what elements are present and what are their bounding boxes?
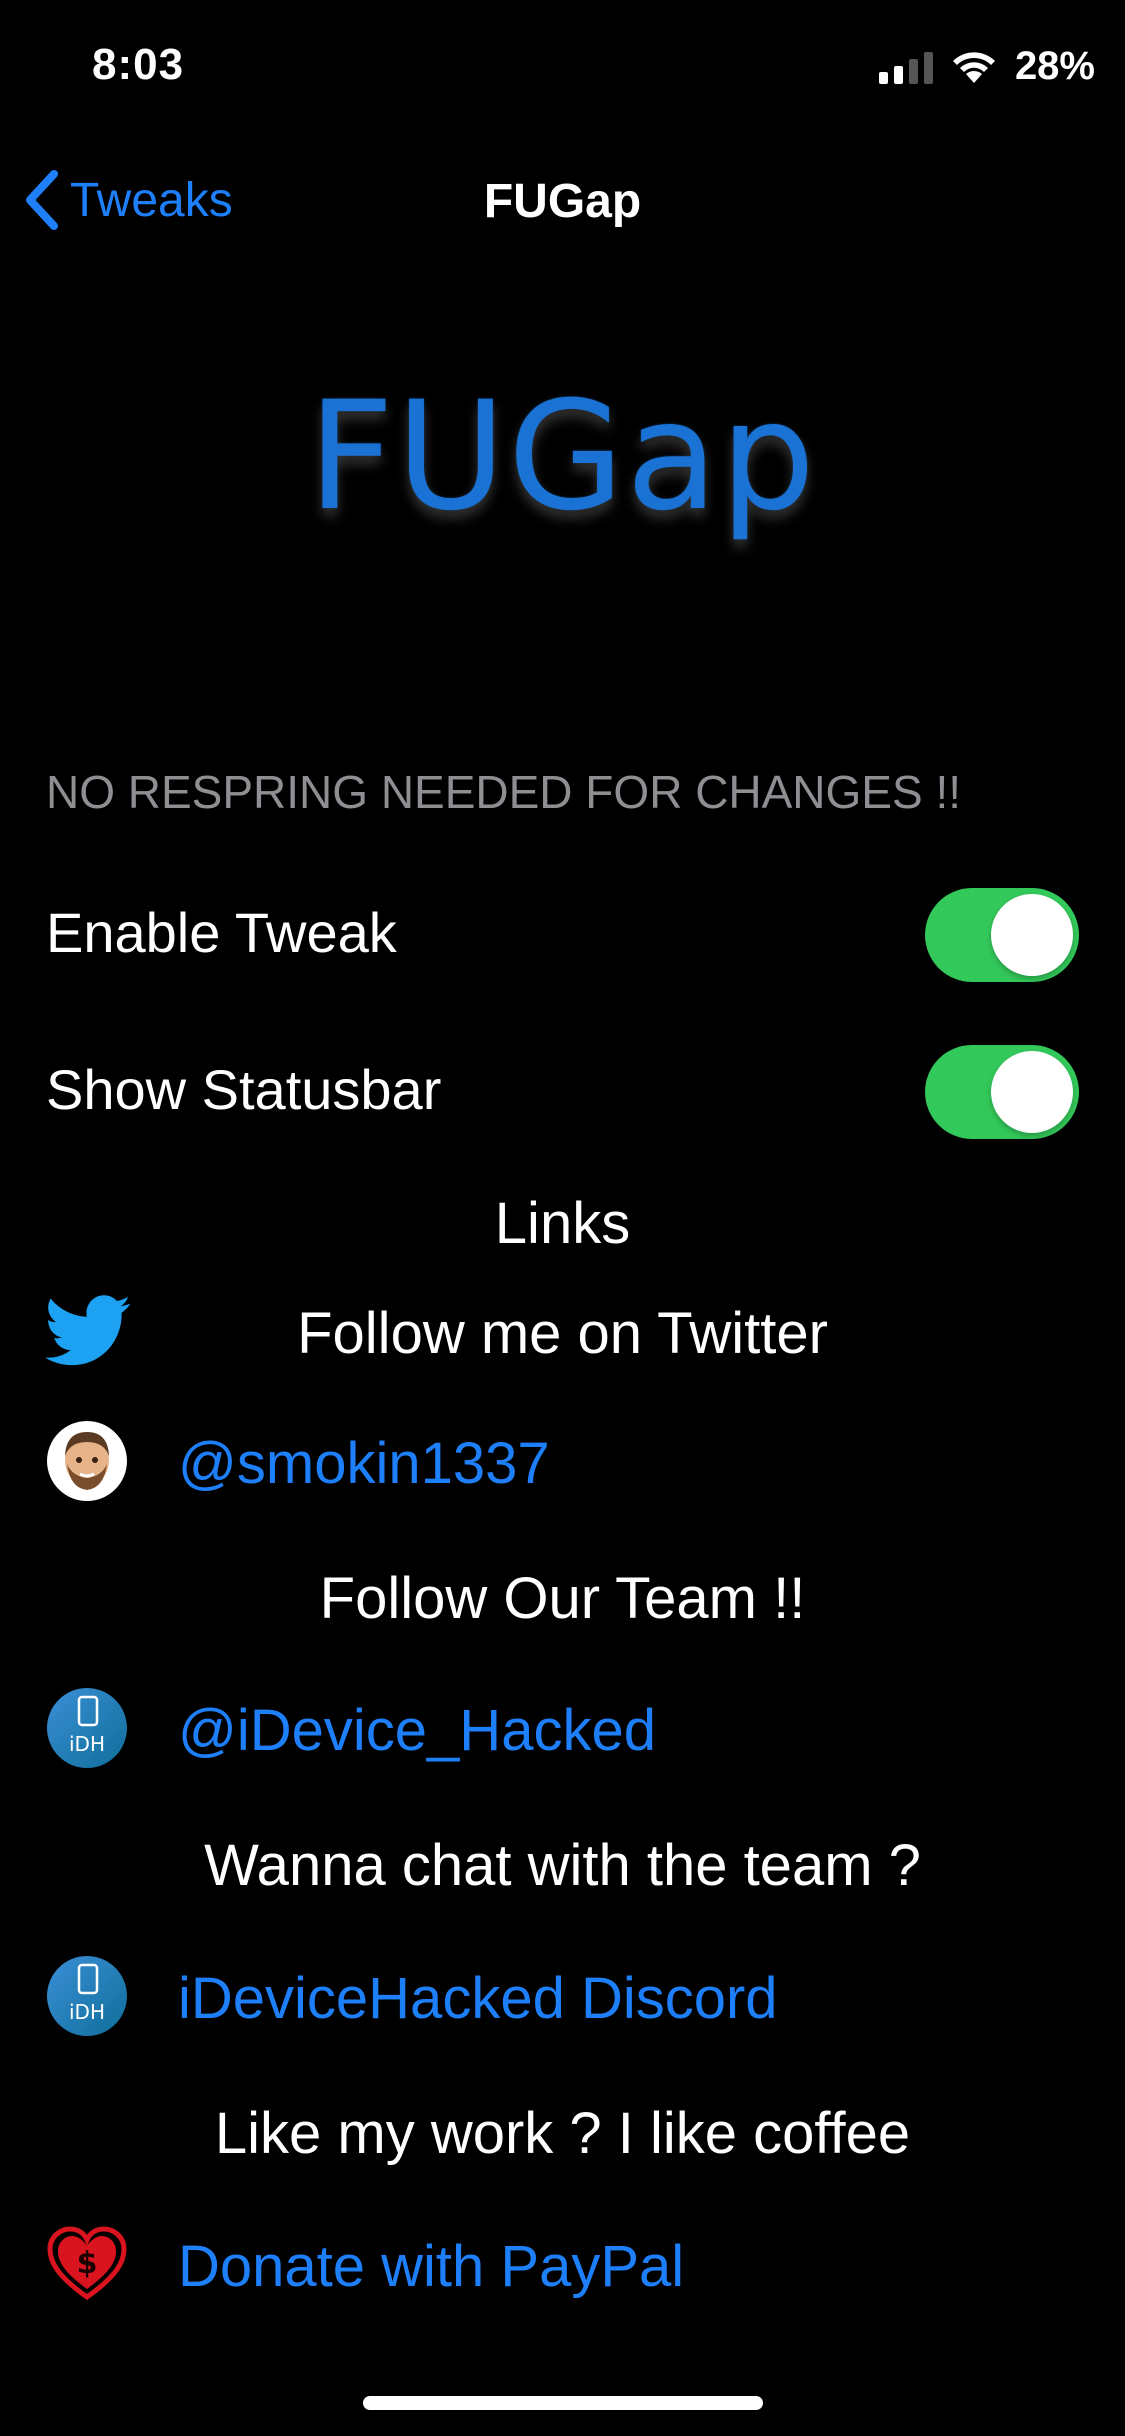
idevice-hacked-icon: iDH <box>47 1688 127 1768</box>
discord-link-row[interactable]: iDH iDeviceHacked Discord <box>0 1940 1125 2050</box>
svg-text:iDH: iDH <box>69 2000 105 2024</box>
cellular-signal-icon <box>878 50 933 84</box>
chat-heading: Wanna chat with the team ? <box>204 1833 921 1898</box>
show-statusbar-label: Show Statusbar <box>46 1058 442 1121</box>
idevice-hacked-link-row[interactable]: iDH @iDevice_Hacked <box>0 1672 1125 1782</box>
heart-dollar-icon: $ <box>47 2226 127 2301</box>
paypal-link-label: Donate with PayPal <box>178 2234 685 2299</box>
nav-bar: Tweaks FUGap <box>0 150 1125 250</box>
svg-text:iDH: iDH <box>69 1732 105 1756</box>
home-indicator[interactable] <box>363 2396 763 2410</box>
smokin-link-label: @smokin1337 <box>178 1431 550 1496</box>
show-statusbar-toggle[interactable] <box>925 1045 1079 1139</box>
toggle-knob <box>991 1051 1073 1133</box>
nav-title: FUGap <box>483 175 642 228</box>
svg-text:$: $ <box>77 2246 98 2281</box>
twitter-link-label: Follow me on Twitter <box>297 1301 828 1366</box>
smokin-link-row[interactable]: @smokin1337 <box>0 1405 1125 1515</box>
header-logo: FUGap <box>307 370 818 544</box>
section-header: NO RESPRING NEEDED FOR CHANGES !! <box>46 766 962 818</box>
battery-percent: 28% <box>1014 44 1095 88</box>
status-indicators: 28% <box>878 44 1095 89</box>
enable-tweak-label: Enable Tweak <box>46 901 397 964</box>
links-heading: Links <box>494 1191 631 1256</box>
avatar-icon <box>47 1421 127 1501</box>
idevice-hacked-icon: iDH <box>47 1956 127 2036</box>
paypal-link-row[interactable]: $ Donate with PayPal <box>0 2208 1125 2318</box>
enable-tweak-row: Enable Tweak <box>0 868 1125 988</box>
wifi-icon <box>952 51 995 83</box>
show-statusbar-row: Show Statusbar <box>0 1025 1125 1145</box>
toggle-knob <box>991 894 1073 976</box>
idevice-hacked-link-label: @iDevice_Hacked <box>178 1698 656 1763</box>
team-heading: Follow Our Team !! <box>319 1566 806 1631</box>
discord-link-label: iDeviceHacked Discord <box>178 1966 778 2031</box>
twitter-link-row[interactable]: Follow me on Twitter <box>0 1275 1125 1385</box>
enable-tweak-toggle[interactable] <box>925 888 1079 982</box>
status-bar: 8:03 28% <box>0 0 1125 140</box>
status-time: 8:03 <box>92 40 185 89</box>
coffee-heading: Like my work ? I like coffee <box>214 2101 911 2166</box>
